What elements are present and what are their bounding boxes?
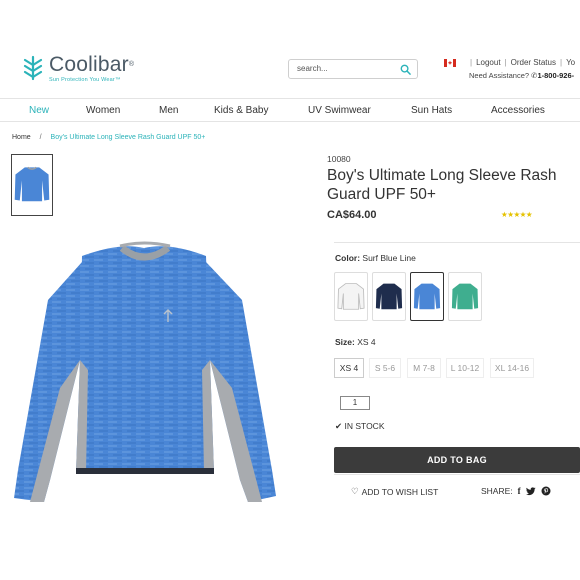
nav-item-sun-hats[interactable]: Sun Hats [411, 105, 452, 116]
rating-stars[interactable]: ★★★★★ [501, 210, 533, 219]
phone-number[interactable]: 1-800-926- [537, 71, 574, 80]
size-option-s[interactable]: S 5-6 [369, 358, 401, 378]
shirt-swatch-green-image [451, 283, 479, 309]
assistance: Need Assistance? ✆1-800-926- [469, 71, 574, 80]
shirt-swatch-navy-image [375, 283, 403, 309]
check-icon: ✔ [335, 421, 343, 431]
size-option-xl[interactable]: XL 14-16 [490, 358, 534, 378]
brand-name: Coolibar® [49, 53, 135, 76]
account-link[interactable]: Yo [566, 58, 575, 67]
divider [334, 242, 580, 243]
product-price: CA$64.00 [327, 209, 377, 221]
main-nav: New Women Men Kids & Baby UV Swimwear Su… [0, 98, 580, 122]
share-bar: SHARE: f [481, 486, 551, 496]
nav-item-uv-swimwear[interactable]: UV Swimwear [308, 105, 371, 116]
stock-status: ✔ IN STOCK [335, 421, 385, 432]
twitter-icon[interactable] [525, 486, 536, 496]
assistance-label: Need Assistance? [469, 71, 530, 80]
canada-flag-icon[interactable] [444, 58, 456, 67]
product-main-image[interactable] [10, 240, 282, 505]
divider: | [470, 58, 473, 67]
size-option-xs[interactable]: XS 4 [334, 358, 364, 378]
color-value: Surf Blue Line [362, 253, 416, 263]
size-selection: Size: XS 4 [335, 337, 376, 347]
utility-links: | Logout | Order Status | Yo [444, 58, 575, 67]
search-icon[interactable] [400, 64, 411, 75]
size-option-m[interactable]: M 7-8 [407, 358, 441, 378]
add-to-wishlist-link[interactable]: ♡ ADD TO WISH LIST [351, 486, 438, 497]
product-sku: 10080 [327, 154, 351, 164]
heart-icon: ♡ [351, 486, 359, 496]
brand-logo[interactable]: Coolibar® Sun Protection You Wear™ [22, 54, 134, 83]
add-to-bag-button[interactable]: ADD TO BAG [334, 447, 580, 473]
shirt-swatch-white-image [337, 282, 365, 310]
shirt-thumbnail-image [14, 166, 50, 202]
breadcrumb-current[interactable]: Boy's Ultimate Long Sleeve Rash Guard UP… [51, 134, 206, 141]
color-selection: Color: Surf Blue Line [335, 253, 416, 263]
color-swatch-surf-blue[interactable] [410, 272, 444, 321]
breadcrumb: Home / Boy's Ultimate Long Sleeve Rash G… [12, 134, 205, 141]
divider: | [504, 58, 507, 67]
brand-tagline: Sun Protection You Wear™ [49, 77, 121, 83]
nav-item-new[interactable]: New [29, 105, 49, 116]
quantity-input[interactable]: 1 [340, 396, 370, 410]
divider [334, 474, 580, 475]
order-status-link[interactable]: Order Status [511, 58, 556, 67]
color-swatch-navy[interactable] [372, 272, 406, 321]
pinterest-icon[interactable] [541, 486, 551, 496]
nav-item-accessories[interactable]: Accessories [491, 105, 545, 116]
color-label: Color: [335, 253, 361, 263]
nav-item-women[interactable]: Women [86, 105, 120, 116]
divider: | [559, 58, 563, 67]
wishlist-label: ADD TO WISH LIST [361, 486, 439, 497]
coolibar-logo-icon [23, 55, 43, 81]
size-label: Size: [335, 337, 355, 347]
logout-link[interactable]: Logout [476, 58, 500, 67]
facebook-icon[interactable]: f [518, 486, 521, 496]
product-thumbnail[interactable] [11, 154, 53, 216]
breadcrumb-separator: / [39, 134, 42, 141]
share-label: SHARE: [481, 486, 513, 496]
color-swatch-white[interactable] [334, 272, 368, 321]
breadcrumb-home[interactable]: Home [12, 134, 31, 141]
size-option-l[interactable]: L 10-12 [446, 358, 484, 378]
search-input[interactable] [297, 64, 392, 73]
search-box[interactable] [288, 59, 418, 79]
color-swatch-green[interactable] [448, 272, 482, 321]
stock-label: IN STOCK [344, 421, 385, 431]
shirt-swatch-blue-image [413, 283, 441, 309]
nav-item-kids-baby[interactable]: Kids & Baby [214, 105, 268, 116]
product-title: Boy's Ultimate Long Sleeve Rash Guard UP… [327, 167, 557, 203]
size-value: XS 4 [357, 337, 376, 347]
nav-item-men[interactable]: Men [159, 105, 178, 116]
